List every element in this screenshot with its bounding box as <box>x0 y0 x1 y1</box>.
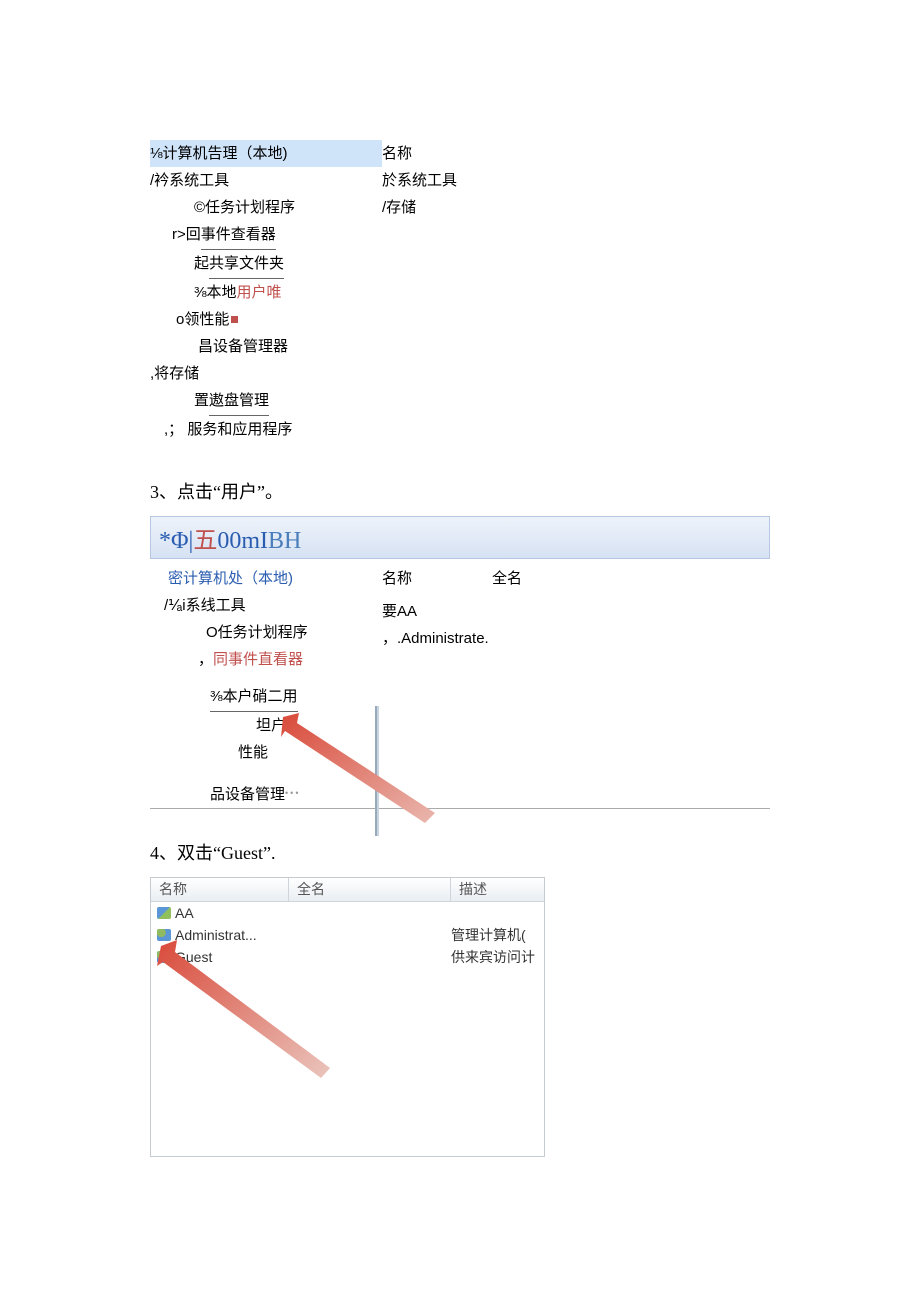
tree-item[interactable]: 起共享文件夹 <box>150 250 382 279</box>
tree-prefix: 坦 <box>256 717 271 734</box>
panel-title: *Φ|五00mIBH <box>150 516 770 559</box>
users-table: 名称 全名 描述 AA Administrat... 管理计算机( Guest … <box>150 877 545 1157</box>
tree-root[interactable]: ⅛计算机告理（本地) <box>150 140 382 167</box>
tree-item[interactable]: 品设备管理••• <box>160 780 382 808</box>
tree-item[interactable]: /衿系统工具 <box>150 167 382 194</box>
table-row[interactable]: Administrat... 管理计算机( <box>151 924 544 946</box>
list-item[interactable]: ，.Administrate. <box>382 625 522 652</box>
tree-prefix: r>回 <box>172 226 201 243</box>
col-header-desc[interactable]: 描述 <box>451 878 544 901</box>
tree-label: 户 <box>271 717 286 734</box>
list-item[interactable]: 於系统工具 <box>382 167 457 194</box>
cell-desc: 供来宾访问计 <box>451 946 535 968</box>
col-header-fullname: 全名 <box>492 565 522 592</box>
tree-label: 共享文件夹 <box>209 250 284 279</box>
title-part: *Φ| <box>159 528 193 554</box>
tree-root[interactable]: 密计算机处（本地) <box>160 565 382 592</box>
tree-item[interactable]: 置遨盘管理 <box>150 387 382 416</box>
tree-item[interactable]: ⅜本户硝二用 <box>160 683 382 712</box>
tree-label: 遨盘管理 <box>209 387 269 416</box>
tree-block-1: ⅛计算机告理（本地) /衿系统工具 ©任务计划程序 r>回事件查看器 起共享文件… <box>150 140 770 443</box>
tree-item[interactable]: ©任务计划程序 <box>150 194 382 221</box>
tree-label: o领性能 <box>176 311 229 328</box>
tree-item[interactable]: r>回事件查看器 <box>150 221 382 250</box>
tree-label: ⅜本户硝二用 <box>210 683 298 712</box>
step-3-text: 3、点击“用户”。 <box>150 478 770 504</box>
tree-label: 品设备管理 <box>210 786 285 803</box>
cell-name: Administrat... <box>175 924 257 946</box>
table-row-guest[interactable]: Guest 供来宾访问计 <box>151 946 544 968</box>
tree-item[interactable]: ,将存储 <box>150 360 382 387</box>
tree-label: 同事件直看器 <box>213 651 303 668</box>
cell-desc: 管理计算机( <box>451 924 526 946</box>
table-header: 名称 全名 描述 <box>151 878 544 902</box>
col-header-fullname[interactable]: 全名 <box>289 878 451 901</box>
tree-prefix: ， <box>198 651 213 668</box>
tree-prefix: 置 <box>194 392 209 409</box>
col-header-name[interactable]: 名称 <box>151 878 289 901</box>
tree-prefix: ⅜本地 <box>194 284 237 301</box>
tree-item[interactable]: 昌设备管理器 <box>150 333 382 360</box>
divider <box>375 706 379 836</box>
tree-item-user[interactable]: 坦户 <box>160 712 382 739</box>
user-icon <box>157 929 171 941</box>
tree-item[interactable]: o领性能 <box>150 306 382 333</box>
list-item[interactable]: 要AA <box>382 598 522 625</box>
tree-item[interactable]: O任务计划程序 <box>160 619 382 646</box>
marker-icon <box>231 316 238 323</box>
tree-item[interactable]: ，同事件直看器 <box>160 646 382 673</box>
title-part: 五 <box>193 528 217 554</box>
tree-label: 事件查看器 <box>201 221 276 250</box>
col-header-name: 名称 <box>382 140 457 167</box>
list-item[interactable]: /存储 <box>382 194 457 221</box>
cell-name: Guest <box>175 946 212 968</box>
tree-block-2: *Φ|五00mIBH 密计算机处（本地) /⅟ₐi系线工具 O任务计划程序 ，同… <box>150 516 770 809</box>
user-icon <box>157 907 171 919</box>
tree-item[interactable]: ⅜本地用户唯 <box>150 279 382 306</box>
tree-prefix: 起 <box>194 255 209 272</box>
col-header-name: 名称 <box>382 565 492 592</box>
tree-item[interactable]: /⅟ₐi系线工具 <box>160 592 382 619</box>
user-icon <box>157 951 171 963</box>
cell-name: AA <box>175 902 194 924</box>
tree-label: 用户唯 <box>237 284 282 301</box>
title-part: 00mI <box>217 528 268 554</box>
expand-icon <box>289 723 295 729</box>
tree-item[interactable]: 性能 <box>160 739 382 766</box>
tree-item[interactable]: ,； 服务和应用程序 <box>150 416 382 443</box>
step-4-text: 4、双击“Guest”. <box>150 839 770 865</box>
overflow-icon: ••• <box>285 788 300 798</box>
title-part: BH <box>268 528 301 554</box>
table-row[interactable]: AA <box>151 902 544 924</box>
